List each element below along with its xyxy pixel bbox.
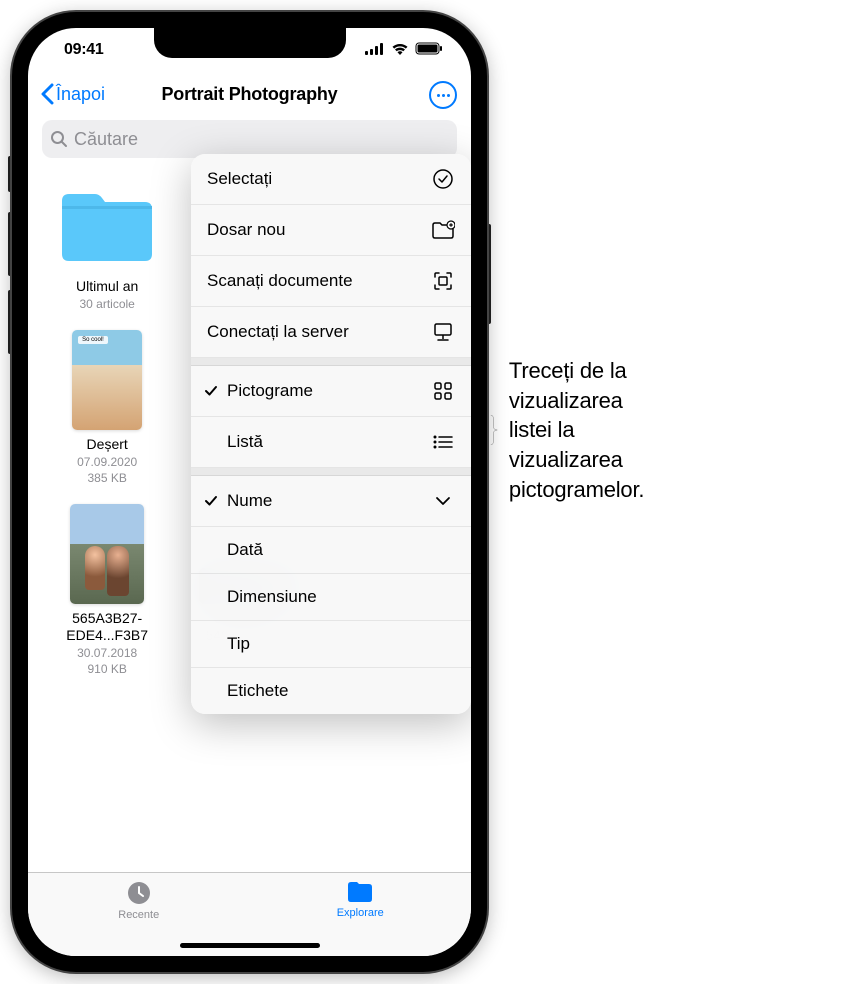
image-thumbnail [70, 504, 144, 604]
checkmark-icon [203, 383, 219, 399]
image-thumbnail: So cool! [72, 330, 142, 430]
menu-label: Etichete [227, 681, 288, 701]
clock-icon [125, 879, 153, 907]
checkmark-icon [203, 493, 219, 509]
grid-icon [431, 379, 455, 403]
menu-view-icons[interactable]: Pictograme [191, 366, 471, 417]
tab-label: Explorare [337, 907, 384, 919]
wifi-icon [391, 42, 409, 60]
menu-label: Dosar nou [207, 220, 285, 240]
server-icon [431, 320, 455, 344]
menu-label: Tip [227, 634, 250, 654]
new-folder-icon [431, 218, 455, 242]
back-label: Înapoi [56, 84, 105, 105]
folder-name: Ultimul an [76, 278, 138, 295]
tab-recents[interactable]: Recente [28, 873, 250, 936]
tab-browse[interactable]: Explorare [250, 873, 472, 936]
status-time: 09:41 [64, 41, 103, 59]
search-icon [50, 130, 68, 148]
context-menu: Selectați Dosar nou Scanați documente Co… [191, 154, 471, 714]
menu-label: Selectați [207, 169, 272, 189]
menu-sort-date[interactable]: Dată [191, 527, 471, 574]
scan-icon [431, 269, 455, 293]
file-size: 385 KB [87, 471, 126, 485]
menu-sort-name[interactable]: Nume [191, 476, 471, 527]
more-button[interactable] [429, 81, 457, 109]
file-date: 07.09.2020 [77, 455, 137, 469]
home-indicator[interactable] [180, 943, 320, 948]
menu-sort-tags[interactable]: Etichete [191, 668, 471, 714]
list-icon [431, 430, 455, 454]
cellular-icon [365, 42, 385, 60]
back-button[interactable]: Înapoi [40, 83, 105, 105]
file-name: Deșert [87, 436, 128, 453]
annotation: Treceți de la vizualizarea listei la viz… [490, 356, 667, 504]
menu-connect-server[interactable]: Conectați la server [191, 307, 471, 358]
annotation-text: Treceți de la vizualizarea listei la viz… [509, 356, 667, 504]
folder-item[interactable]: Ultimul an 30 articole [42, 172, 172, 312]
navigation-bar: Înapoi Portrait Photography [28, 72, 471, 116]
folder-icon [57, 186, 157, 266]
device-frame: 09:41 Înapoi Po [12, 12, 487, 972]
menu-sort-type[interactable]: Tip [191, 621, 471, 668]
annotation-bracket [490, 375, 499, 485]
device-notch [154, 28, 346, 58]
battery-icon [415, 42, 443, 60]
chevron-down-icon [431, 489, 455, 513]
folder-meta: 30 articole [79, 297, 134, 313]
file-item[interactable]: 565A3B27-EDE4...F3B7 30.07.2018 910 KB [42, 504, 172, 677]
folder-icon [345, 879, 375, 905]
menu-select[interactable]: Selectați [191, 154, 471, 205]
file-size: 910 KB [87, 662, 126, 676]
menu-sort-size[interactable]: Dimensiune [191, 574, 471, 621]
phone-side-button [487, 224, 491, 324]
menu-new-folder[interactable]: Dosar nou [191, 205, 471, 256]
menu-label: Dată [227, 540, 263, 560]
chevron-left-icon [40, 83, 54, 105]
tab-label: Recente [118, 909, 159, 921]
select-icon [431, 167, 455, 191]
menu-label: Nume [227, 491, 272, 511]
menu-label: Conectați la server [207, 322, 349, 342]
menu-label: Dimensiune [227, 587, 317, 607]
menu-scan-documents[interactable]: Scanați documente [191, 256, 471, 307]
file-name: 565A3B27-EDE4...F3B7 [47, 610, 167, 644]
menu-view-list[interactable]: Listă [191, 417, 471, 468]
menu-label: Listă [227, 432, 263, 452]
search-placeholder: Căutare [74, 129, 138, 150]
file-item[interactable]: So cool! Deșert 07.09.2020 385 KB [42, 330, 172, 486]
ellipsis-icon [437, 94, 450, 97]
menu-label: Scanați documente [207, 271, 353, 291]
search-field[interactable]: Căutare [42, 120, 457, 158]
menu-label: Pictograme [227, 381, 313, 401]
file-date: 30.07.2018 [77, 646, 137, 660]
